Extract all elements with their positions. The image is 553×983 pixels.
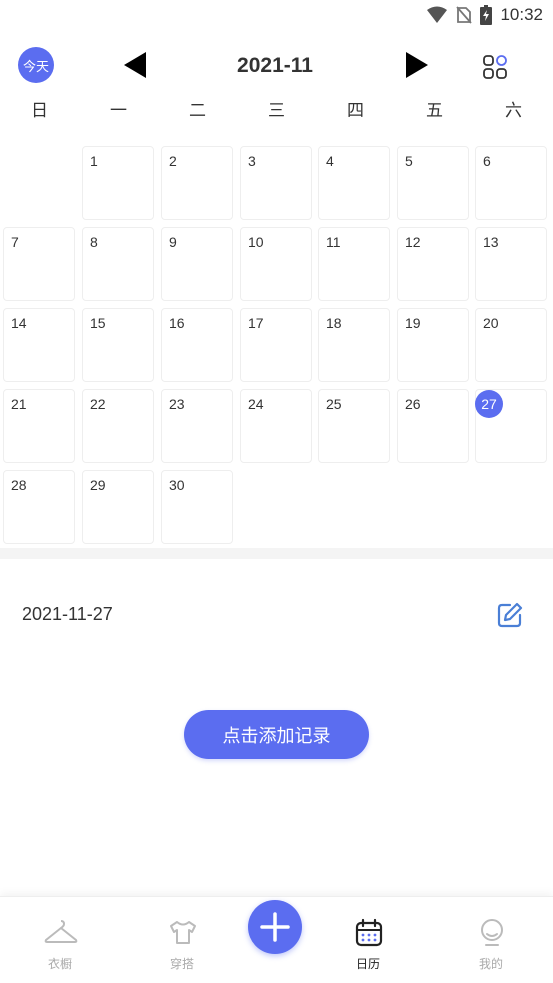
day-cell[interactable]: 6 — [475, 146, 547, 220]
day-cell[interactable]: 13 — [475, 227, 547, 301]
day-number: 6 — [483, 153, 491, 169]
add-fab-button[interactable] — [248, 900, 302, 954]
weekday-sat: 六 — [505, 101, 522, 121]
profile-icon — [481, 919, 503, 946]
plus-icon — [260, 912, 290, 942]
selected-day-number: 27 — [475, 390, 503, 418]
day-cell[interactable]: 8 — [82, 227, 154, 301]
section-divider — [0, 548, 553, 559]
status-icons: 10:32 — [426, 5, 543, 25]
day-cell[interactable]: 14 — [3, 308, 75, 382]
day-cell[interactable]: 12 — [397, 227, 469, 301]
day-cell[interactable]: 20 — [475, 308, 547, 382]
day-number: 25 — [326, 396, 342, 412]
wifi-icon — [427, 6, 448, 23]
edit-icon[interactable] — [496, 601, 524, 629]
day-cell[interactable]: 23 — [161, 389, 233, 463]
nav-label: 日历 — [355, 957, 380, 971]
day-number: 24 — [248, 396, 264, 412]
day-cell[interactable]: 17 — [240, 308, 312, 382]
day-number: 13 — [483, 234, 499, 250]
month-title: 2021-11 — [237, 54, 313, 77]
day-cell[interactable]: 10 — [240, 227, 312, 301]
day-number: 11 — [326, 234, 341, 250]
no-sim-icon — [456, 6, 473, 24]
hanger-icon — [44, 920, 78, 943]
day-cell[interactable]: 22 — [82, 389, 154, 463]
day-cell[interactable]: 24 — [240, 389, 312, 463]
day-cell[interactable]: 21 — [3, 389, 75, 463]
shirt-icon — [170, 921, 196, 944]
day-number: 23 — [169, 396, 185, 412]
day-number: 2 — [169, 153, 177, 169]
day-number: 5 — [405, 153, 413, 169]
day-number: 18 — [326, 315, 342, 331]
nav-label: 穿搭 — [169, 957, 194, 971]
day-number: 19 — [405, 315, 421, 331]
day-number: 14 — [11, 315, 27, 331]
day-cell[interactable]: 4 — [318, 146, 390, 220]
day-cell[interactable]: 30 — [161, 470, 233, 544]
day-number: 30 — [169, 477, 185, 493]
day-cell[interactable]: 28 — [3, 470, 75, 544]
day-cell[interactable]: 9 — [161, 227, 233, 301]
day-cell[interactable]: 19 — [397, 308, 469, 382]
day-number: 20 — [483, 315, 499, 331]
weekday-tue: 二 — [189, 101, 206, 121]
day-number: 9 — [169, 234, 177, 250]
nav-item-calendar[interactable]: 日历 — [308, 897, 428, 983]
calendar-icon — [355, 918, 383, 947]
nav-item-outfit[interactable]: 穿搭 — [122, 897, 242, 983]
day-cell[interactable]: 18 — [318, 308, 390, 382]
day-cell[interactable]: 25 — [318, 389, 390, 463]
status-time: 10:32 — [500, 5, 543, 24]
day-number: 8 — [90, 234, 98, 250]
day-number: 10 — [248, 234, 264, 250]
previous-month-button[interactable] — [122, 51, 148, 79]
day-number: 22 — [90, 396, 106, 412]
day-number: 7 — [11, 234, 19, 250]
day-number: 26 — [405, 396, 421, 412]
nav-label: 我的 — [478, 957, 503, 971]
day-number: 16 — [169, 315, 185, 331]
day-number: 29 — [90, 477, 106, 493]
day-number: 28 — [11, 477, 27, 493]
day-cell[interactable]: 1 — [82, 146, 154, 220]
day-cell[interactable]: 3 — [240, 146, 312, 220]
calendar-grid: 1 2 3 4 5 6 7 8 9 10 11 12 13 14 15 16 1… — [0, 145, 553, 545]
day-cell[interactable]: 7 — [3, 227, 75, 301]
day-cell[interactable]: 2 — [161, 146, 233, 220]
day-cell[interactable]: 11 — [318, 227, 390, 301]
day-number: 3 — [248, 153, 256, 169]
nav-label: 衣橱 — [47, 957, 72, 971]
day-cell[interactable]: 16 — [161, 308, 233, 382]
battery-icon — [480, 5, 493, 25]
grid-view-icon[interactable] — [482, 54, 508, 80]
weekday-wed: 三 — [268, 101, 285, 121]
weekday-fri: 五 — [426, 101, 443, 121]
nav-item-profile[interactable]: 我的 — [431, 897, 551, 983]
weekday-mon: 一 — [110, 101, 127, 121]
record-date: 2021-11-27 — [22, 604, 113, 624]
weekday-sun: 日 — [31, 101, 48, 121]
day-cell[interactable]: 5 — [397, 146, 469, 220]
day-cell[interactable]: 26 — [397, 389, 469, 463]
day-cell[interactable]: 15 — [82, 308, 154, 382]
status-bar: 10:32 — [0, 0, 553, 32]
day-number: 15 — [90, 315, 106, 331]
day-cell[interactable]: 29 — [82, 470, 154, 544]
nav-item-wardrobe[interactable]: 衣橱 — [0, 897, 120, 983]
day-cell-selected[interactable]: 27 — [475, 389, 547, 463]
day-number: 12 — [405, 234, 421, 250]
weekday-header: 日 一 二 三 四 五 六 — [0, 96, 553, 126]
next-month-button[interactable] — [404, 51, 430, 79]
add-record-button[interactable]: 点击添加记录 — [184, 710, 369, 759]
today-button[interactable]: 今天 — [18, 47, 54, 83]
day-number: 1 — [90, 153, 98, 169]
calendar-header: 今天 2021-11 — [0, 40, 553, 96]
day-number: 21 — [11, 396, 27, 412]
day-number: 17 — [248, 315, 264, 331]
weekday-thu: 四 — [347, 101, 364, 121]
day-number: 4 — [326, 153, 334, 169]
